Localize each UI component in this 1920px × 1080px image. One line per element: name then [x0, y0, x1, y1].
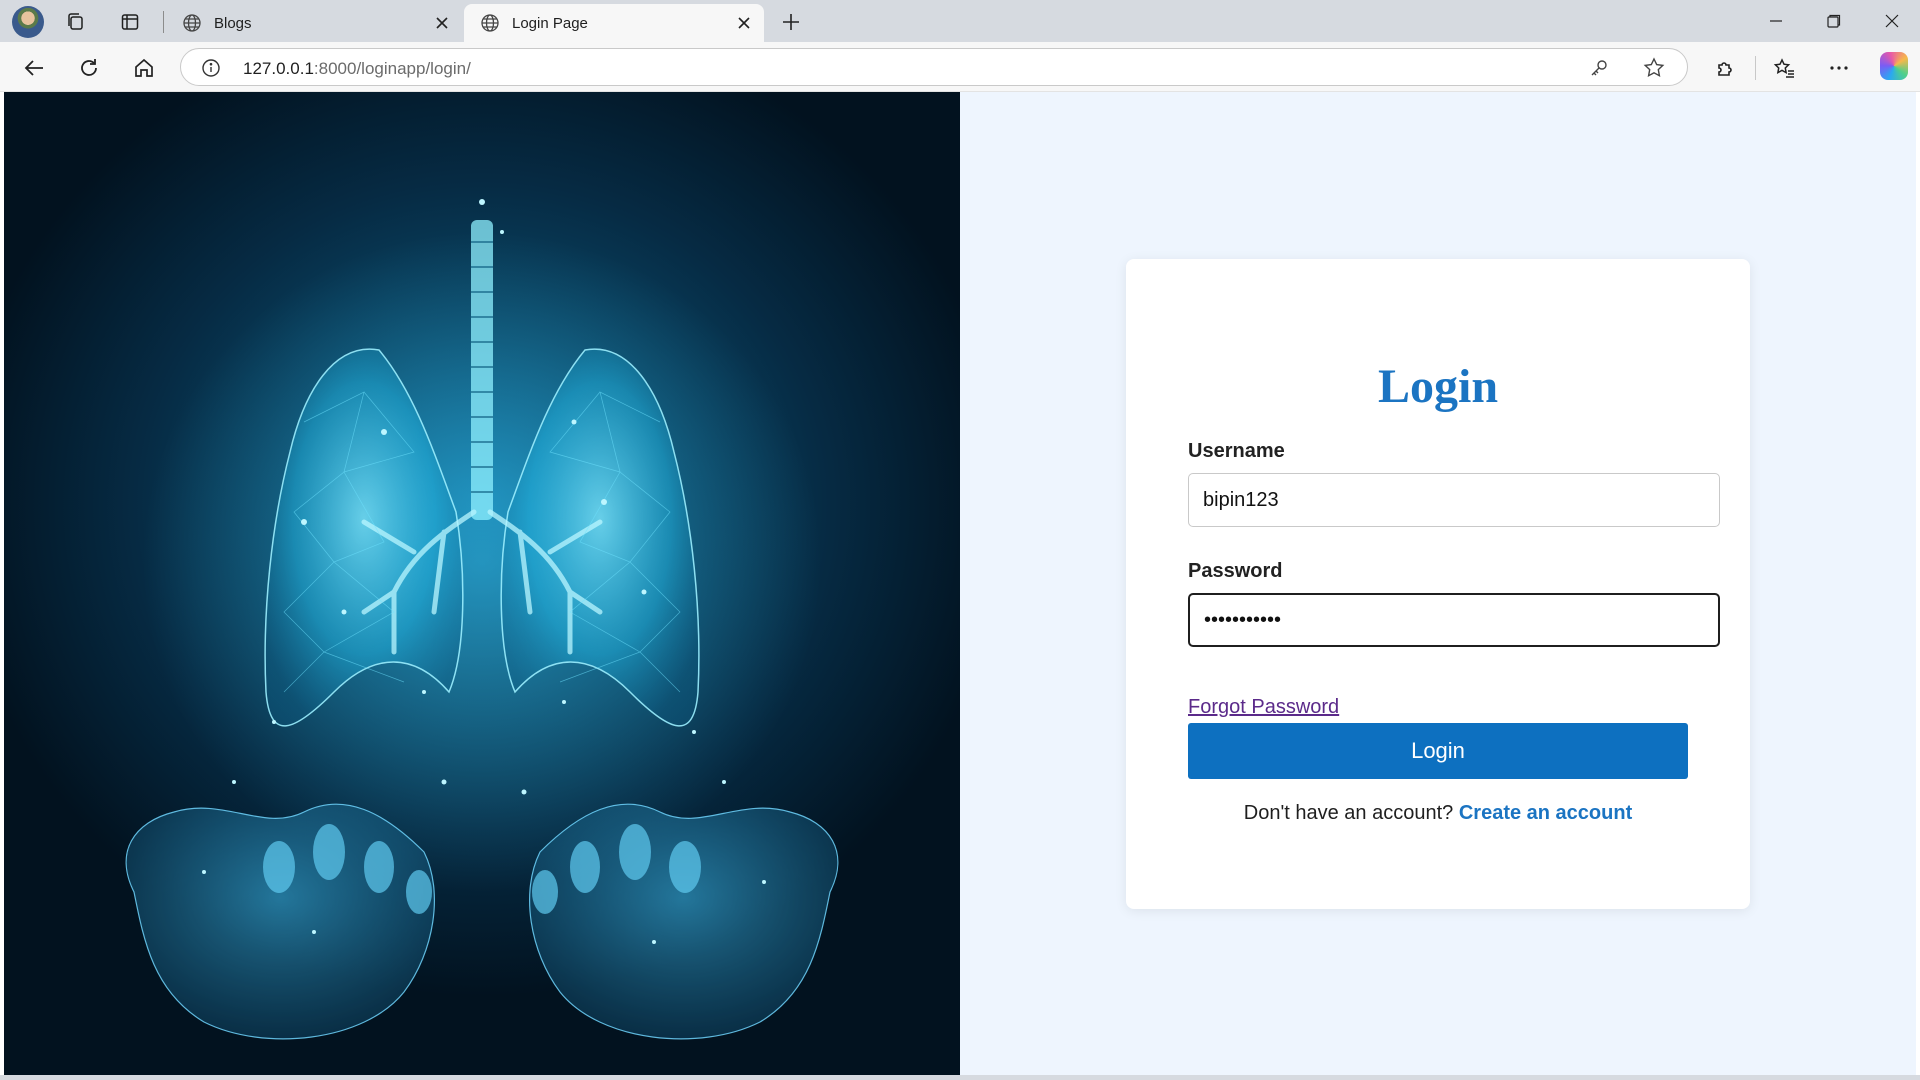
page-viewport: Login Username Password Forgot Password …: [4, 92, 1916, 1075]
browser-toolbar: 127.0.0.1:8000/loginapp/login/: [0, 42, 1920, 92]
refresh-button[interactable]: [73, 52, 105, 84]
url-path: :8000/loginapp/login/: [313, 59, 471, 78]
favorite-star-icon[interactable]: [1642, 56, 1666, 80]
vertical-tabs-icon[interactable]: [117, 9, 143, 35]
toolbar-separator: [1755, 56, 1756, 80]
collections-icon[interactable]: [63, 9, 89, 35]
tab-strip: Blogs Login Page: [0, 0, 1920, 42]
back-button[interactable]: [18, 52, 50, 84]
tab-title: Blogs: [214, 14, 252, 32]
favorites-icon[interactable]: [1768, 52, 1800, 84]
address-bar[interactable]: 127.0.0.1:8000/loginapp/login/: [180, 48, 1688, 86]
username-label: Username: [1188, 440, 1285, 462]
tab-login-page[interactable]: Login Page: [464, 4, 764, 42]
more-options-icon[interactable]: [1823, 52, 1855, 84]
profile-avatar[interactable]: [12, 6, 44, 38]
window-bottom-edge: [0, 1075, 1920, 1080]
info-icon[interactable]: [201, 58, 221, 78]
minimize-button[interactable]: [1748, 0, 1804, 42]
password-label: Password: [1188, 560, 1283, 582]
forgot-password-link[interactable]: Forgot Password: [1188, 696, 1339, 719]
tab-divider: [163, 11, 164, 33]
signup-prompt: Don't have an account? Create an account: [1126, 802, 1750, 825]
username-input[interactable]: [1188, 473, 1720, 527]
url-text: 127.0.0.1:8000/loginapp/login/: [243, 59, 471, 79]
new-tab-button[interactable]: [776, 7, 806, 37]
extensions-icon[interactable]: [1710, 52, 1742, 84]
close-tab-icon[interactable]: [730, 9, 758, 37]
signup-prompt-text: Don't have an account?: [1243, 802, 1454, 824]
page-title: Login: [1377, 360, 1499, 413]
restore-button[interactable]: [1806, 0, 1862, 42]
globe-icon: [183, 14, 201, 32]
copilot-icon[interactable]: [1880, 52, 1908, 80]
tab-title: Login Page: [512, 14, 588, 32]
tab-blogs[interactable]: Blogs: [166, 4, 462, 42]
create-account-link[interactable]: Create an account: [1459, 802, 1632, 824]
password-input[interactable]: [1188, 593, 1720, 647]
lungs-hero-image: [4, 92, 960, 1075]
lungs-hands-illustration: [125, 199, 839, 1040]
globe-icon: [481, 14, 499, 32]
key-icon[interactable]: [1587, 56, 1611, 80]
close-window-button[interactable]: [1864, 0, 1920, 42]
close-tab-icon[interactable]: [428, 9, 456, 37]
login-card: Login Username Password Forgot Password …: [1126, 259, 1750, 909]
url-host: 127.0.0.1: [243, 59, 314, 78]
login-button[interactable]: Login: [1188, 723, 1688, 779]
home-button[interactable]: [128, 52, 160, 84]
